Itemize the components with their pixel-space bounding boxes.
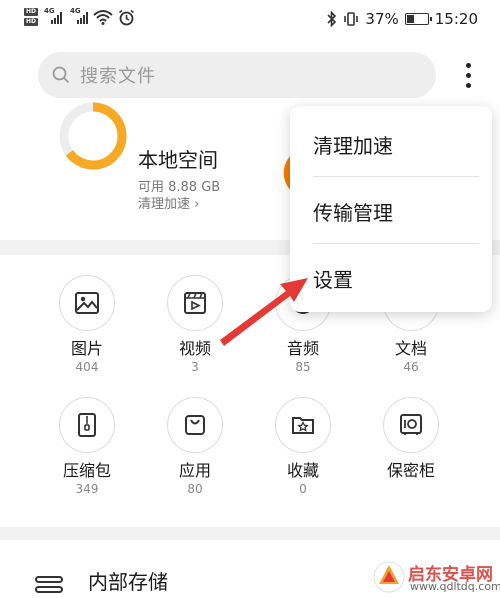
watermark-url: www.qdltdq.com	[410, 580, 500, 593]
menu-item-clean[interactable]: 清理加速	[290, 110, 492, 176]
category-apps[interactable]: 应用 80	[150, 397, 240, 497]
search-icon	[52, 66, 70, 84]
menu-item-label: 设置	[313, 268, 353, 292]
storage-drive-icon	[35, 576, 63, 598]
storage-ring-icon[interactable]	[58, 101, 128, 171]
safe-icon	[383, 397, 439, 453]
zip-icon	[59, 397, 115, 453]
more-options-button[interactable]	[458, 60, 478, 90]
dot-icon	[465, 62, 471, 68]
category-safe[interactable]: 保密柜	[366, 397, 456, 481]
menu-item-transfer[interactable]: 传输管理	[290, 177, 492, 243]
menu-item-label: 传输管理	[313, 201, 393, 225]
battery-percent: 37%	[365, 10, 399, 28]
status-left: HD HD 4G 4G	[24, 7, 135, 26]
watermark-logo-icon	[373, 561, 405, 593]
category-count: 85	[295, 360, 311, 374]
category-label: 保密柜	[386, 461, 435, 480]
hd-badge: HD	[24, 8, 39, 16]
category-videos[interactable]: 视频 3	[150, 275, 240, 375]
search-input[interactable]: 搜索文件	[38, 52, 436, 98]
category-favorites[interactable]: 收藏 0	[258, 397, 348, 497]
category-label: 视频	[178, 339, 211, 358]
signal-label: 4G	[70, 7, 81, 15]
storage-title[interactable]: 本地空间	[138, 144, 218, 173]
vibrate-icon	[344, 12, 359, 26]
signal-icon: 4G	[70, 7, 89, 24]
video-icon	[167, 275, 223, 331]
category-count: 404	[75, 360, 99, 374]
status-right: 37% 15:20	[327, 10, 478, 28]
category-label: 文档	[394, 339, 427, 358]
menu-item-settings[interactable]: 设置	[290, 244, 492, 310]
category-label: 音频	[286, 339, 319, 358]
dot-icon	[465, 72, 471, 78]
category-count: 46	[403, 360, 419, 374]
category-count: 80	[187, 482, 203, 496]
bluetooth-icon	[327, 11, 337, 27]
battery-icon	[404, 13, 432, 25]
image-icon	[59, 275, 115, 331]
watermark: 启东安卓网 www.qdltdq.com	[372, 556, 500, 598]
category-label: 压缩包	[62, 461, 111, 480]
category-label: 收藏	[286, 461, 319, 480]
signal-label: 4G	[44, 7, 55, 15]
alarm-icon	[119, 9, 135, 25]
category-count: 0	[299, 482, 307, 496]
signal-icon: 4G	[44, 7, 63, 24]
clean-link[interactable]: 清理加速 ›	[138, 193, 199, 212]
hd-badges: HD HD	[24, 8, 39, 26]
clock: 15:20	[434, 10, 478, 28]
internal-storage-title: 内部存储	[88, 570, 168, 594]
category-count: 349	[75, 482, 99, 496]
category-archives[interactable]: 压缩包 349	[42, 397, 132, 497]
overflow-menu: 清理加速 传输管理 设置	[290, 106, 492, 312]
category-label: 图片	[70, 339, 103, 358]
wifi-icon	[93, 10, 113, 25]
category-label: 应用	[178, 461, 211, 480]
dot-icon	[465, 82, 471, 88]
search-placeholder: 搜索文件	[80, 66, 156, 87]
hd-badge: HD	[24, 18, 39, 26]
app-bag-icon	[167, 397, 223, 453]
category-pictures[interactable]: 图片 404	[42, 275, 132, 375]
favorite-folder-icon	[275, 397, 331, 453]
status-bar: HD HD 4G 4G 37% 15:20	[0, 0, 500, 40]
menu-item-label: 清理加速	[313, 134, 393, 158]
category-count: 3	[191, 360, 199, 374]
